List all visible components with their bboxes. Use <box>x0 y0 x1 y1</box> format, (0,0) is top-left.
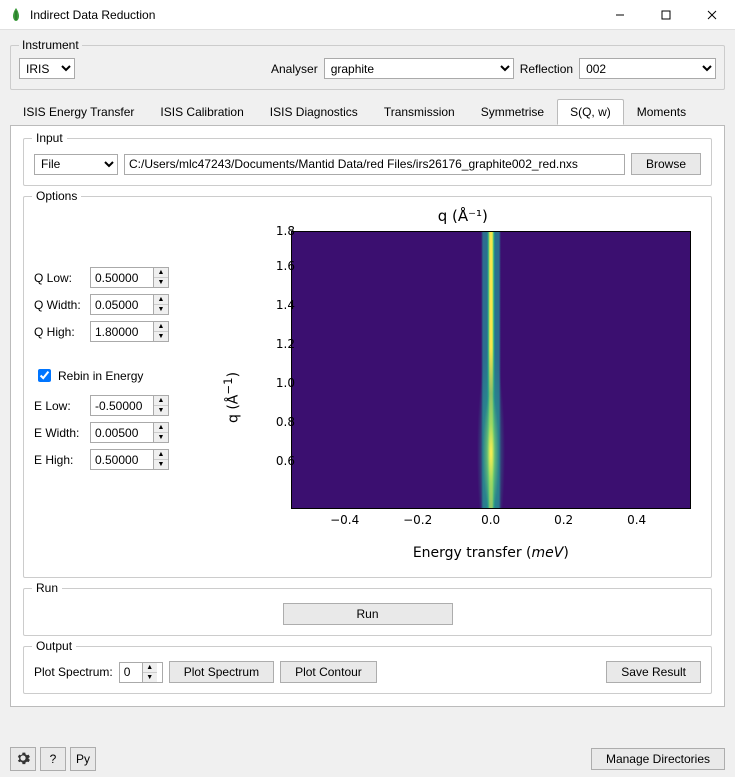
qhigh-label: Q High: <box>34 325 90 339</box>
input-source-select[interactable]: File <box>34 154 118 175</box>
minimize-button[interactable] <box>597 0 643 30</box>
plot-spectrum-label: Plot Spectrum: <box>34 665 113 679</box>
reflection-label: Reflection <box>520 62 573 76</box>
save-result-button[interactable]: Save Result <box>606 661 701 683</box>
ytick: 0.8 <box>261 415 295 429</box>
plot-spectrum-field[interactable]: ▲▼ <box>119 662 163 683</box>
gear-icon <box>16 751 30 768</box>
python-button[interactable]: Py <box>70 747 96 771</box>
plot-spectrum-button[interactable]: Plot Spectrum <box>169 661 274 683</box>
ytick: 1.8 <box>261 224 295 238</box>
rebin-label: Rebin in Energy <box>58 369 143 383</box>
qwidth-label: Q Width: <box>34 298 90 312</box>
ehigh-label: E High: <box>34 453 90 467</box>
instrument-legend: Instrument <box>19 38 82 52</box>
run-button[interactable]: Run <box>283 603 453 625</box>
qhigh-field[interactable]: ▲▼ <box>90 321 169 342</box>
input-legend: Input <box>32 131 67 145</box>
app-icon <box>8 7 24 23</box>
xtick: −0.2 <box>403 513 432 527</box>
tab-isis-calibration[interactable]: ISIS Calibration <box>147 99 256 125</box>
plot-axes <box>291 231 691 509</box>
output-legend: Output <box>32 639 76 653</box>
analyser-select[interactable]: graphite <box>324 58 514 79</box>
tab-transmission[interactable]: Transmission <box>371 99 468 125</box>
tab-isis-diagnostics[interactable]: ISIS Diagnostics <box>257 99 371 125</box>
window-title: Indirect Data Reduction <box>30 8 597 22</box>
tab-moments[interactable]: Moments <box>624 99 699 125</box>
sqw-plot: q (Å⁻¹) q (Å−1) Energy transfer (meV) 0.… <box>225 207 701 567</box>
elow-label: E Low: <box>34 399 90 413</box>
plot-contour-button[interactable]: Plot Contour <box>280 661 377 683</box>
options-legend: Options <box>32 189 81 203</box>
xtick: 0.0 <box>481 513 500 527</box>
manage-directories-button[interactable]: Manage Directories <box>591 748 725 770</box>
plot-title: q (Å⁻¹) <box>225 207 701 225</box>
plot-ylabel: q (Å−1) <box>221 287 239 507</box>
tab-sqw[interactable]: S(Q, w) <box>557 99 624 125</box>
ytick: 1.4 <box>261 298 295 312</box>
tab-isis-energy-transfer[interactable]: ISIS Energy Transfer <box>10 99 147 125</box>
input-path-field[interactable] <box>124 154 625 175</box>
tab-symmetrise[interactable]: Symmetrise <box>468 99 557 125</box>
ytick: 0.6 <box>261 454 295 468</box>
run-group: Run Run <box>23 588 712 636</box>
plot-xlabel: Energy transfer (meV) <box>291 545 691 561</box>
elow-field[interactable]: ▲▼ <box>90 395 169 416</box>
xtick: 0.4 <box>627 513 646 527</box>
window-buttons <box>597 0 735 30</box>
reflection-select[interactable]: 002 <box>579 58 716 79</box>
qwidth-field[interactable]: ▲▼ <box>90 294 169 315</box>
ytick: 1.0 <box>261 376 295 390</box>
rebin-checkbox[interactable] <box>38 369 51 382</box>
footer-bar: ? Py Manage Directories <box>10 747 725 771</box>
help-button[interactable]: ? <box>40 747 66 771</box>
titlebar: Indirect Data Reduction <box>0 0 735 30</box>
xtick: −0.4 <box>330 513 359 527</box>
close-button[interactable] <box>689 0 735 30</box>
qlow-label: Q Low: <box>34 271 90 285</box>
xtick: 0.2 <box>554 513 573 527</box>
ytick: 1.6 <box>261 259 295 273</box>
tab-bar: ISIS Energy Transfer ISIS Calibration IS… <box>10 99 725 126</box>
ewidth-field[interactable]: ▲▼ <box>90 422 169 443</box>
options-group: Options Q Low: ▲▼ Q Width: ▲▼ <box>23 196 712 578</box>
output-group: Output Plot Spectrum: ▲▼ Plot Spectrum P… <box>23 646 712 694</box>
instrument-group: Instrument IRIS Analyser graphite Reflec… <box>10 38 725 90</box>
tab-content: Input File Browse Options Q Low: ▲▼ <box>10 125 725 707</box>
input-group: Input File Browse <box>23 138 712 186</box>
maximize-button[interactable] <box>643 0 689 30</box>
ewidth-label: E Width: <box>34 426 90 440</box>
ehigh-field[interactable]: ▲▼ <box>90 449 169 470</box>
analyser-label: Analyser <box>271 62 318 76</box>
run-legend: Run <box>32 581 62 595</box>
instrument-select[interactable]: IRIS <box>19 58 75 79</box>
qlow-field[interactable]: ▲▼ <box>90 267 169 288</box>
settings-button[interactable] <box>10 747 36 771</box>
ytick: 1.2 <box>261 337 295 351</box>
browse-button[interactable]: Browse <box>631 153 701 175</box>
